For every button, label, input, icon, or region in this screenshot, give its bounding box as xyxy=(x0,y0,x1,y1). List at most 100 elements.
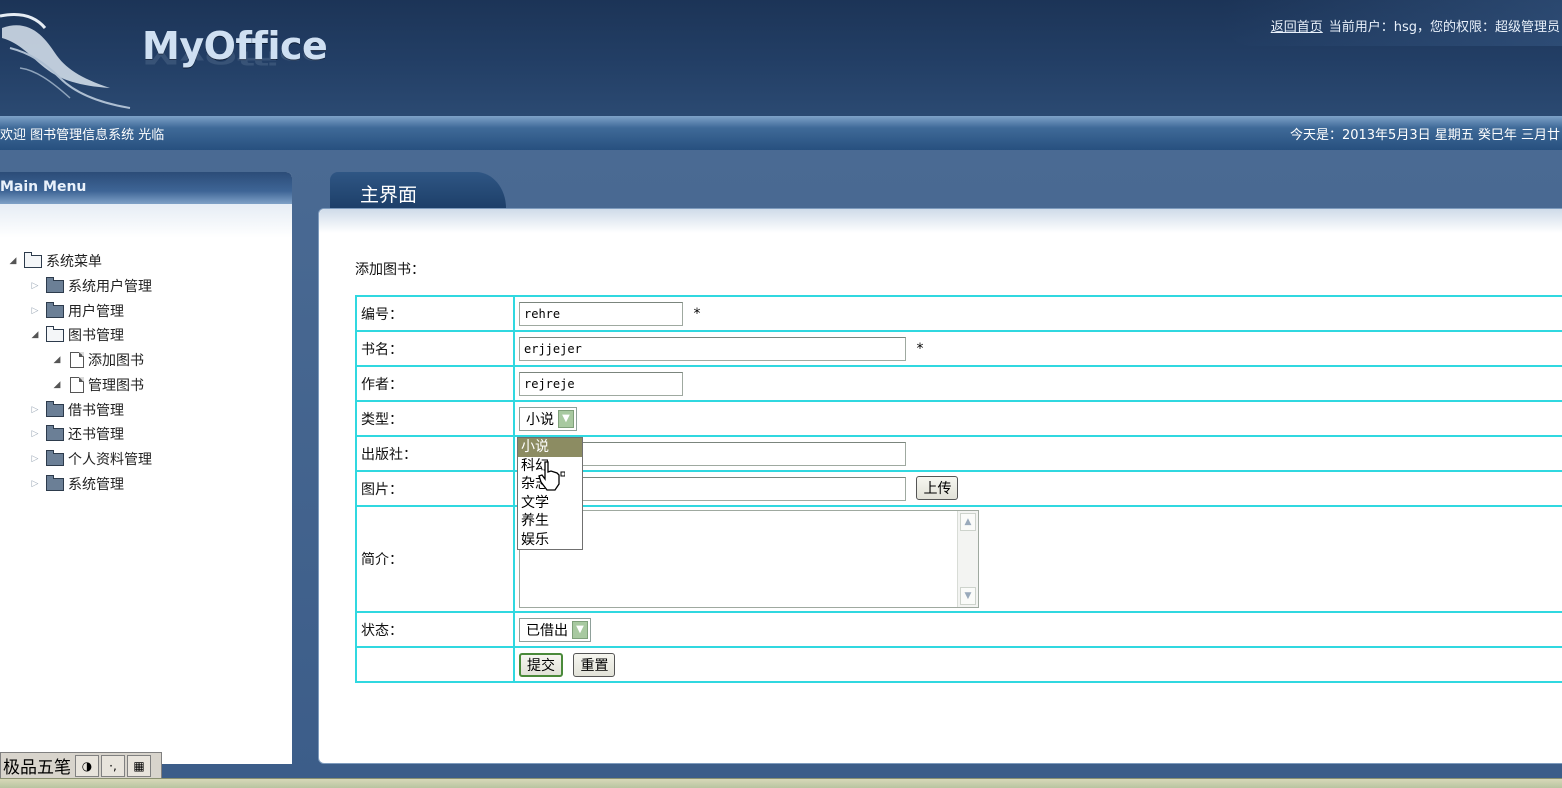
ime-toolbar[interactable]: 极品五笔 ◑ ·, ▦ xyxy=(0,752,162,779)
ime-name[interactable]: 极品五笔 xyxy=(1,753,73,778)
content-panel: 添加图书： 编号： * 书名： * 作者： 类型： xyxy=(318,208,1562,764)
book-id-input[interactable] xyxy=(519,301,683,326)
dropdown-option[interactable]: 文学 xyxy=(518,494,582,513)
author-cell xyxy=(513,365,1562,402)
status-select[interactable]: 已借出 ▼ xyxy=(519,617,591,642)
menu-item-add-book[interactable]: ◢ 添加图书 xyxy=(50,349,144,371)
menu-item-profile[interactable]: ▷ 个人资料管理 xyxy=(28,448,152,470)
menu-item-users[interactable]: ▷ 用户管理 xyxy=(28,300,124,322)
status-label: 状态： xyxy=(355,611,515,648)
menu-item-books[interactable]: ◢ 图书管理 xyxy=(28,324,124,346)
expanded-triangle-icon: ◢ xyxy=(53,380,61,390)
publisher-cell xyxy=(513,435,1562,472)
scroll-down-icon[interactable]: ▼ xyxy=(960,587,976,605)
sidebar-title: Main Menu xyxy=(0,179,87,195)
form-row-actions: 提交 重置 xyxy=(355,646,1562,683)
textarea-scrollbar[interactable]: ▲ ▼ xyxy=(957,511,978,607)
tab-main[interactable]: 主界面 xyxy=(330,172,506,208)
dropdown-option[interactable]: 养生 xyxy=(518,512,582,531)
book-type-select[interactable]: 小说 ▼ xyxy=(519,406,577,431)
type-dropdown-list[interactable]: 小说 科幻 杂志 文学 养生 娱乐 xyxy=(517,437,583,550)
tab-label: 主界面 xyxy=(360,184,418,206)
form-row-name: 书名： * xyxy=(355,330,1562,367)
sidebar-menu-tree: ◢ 系统菜单 ▷ 系统用户管理 ▷ 用户管理 ◢ 图书管理 ◢ 添加图书 ◢ 管… xyxy=(0,204,292,764)
collapsed-triangle-icon[interactable]: ▷ xyxy=(28,306,42,316)
form-row-type: 类型： 小说 ▼ xyxy=(355,400,1562,437)
name-cell: * xyxy=(513,330,1562,367)
publisher-label: 出版社： xyxy=(355,435,515,472)
sidebar: Main Menu ◢ 系统菜单 ▷ 系统用户管理 ▷ 用户管理 ◢ 图书管理 … xyxy=(0,172,292,764)
menu-label: 用户管理 xyxy=(68,304,124,320)
chevron-down-icon[interactable]: ▼ xyxy=(558,409,574,428)
menu-label: 借书管理 xyxy=(68,403,124,419)
panel-top-shade xyxy=(319,209,1562,233)
date-text: 今天是：2013年5月3日 星期五 癸巳年 三月廿 xyxy=(1289,128,1560,143)
menu-label: 系统管理 xyxy=(68,477,124,493)
intro-cell: ▲ ▼ xyxy=(513,505,1562,613)
chevron-down-icon[interactable]: ▼ xyxy=(572,620,588,639)
os-taskbar[interactable] xyxy=(0,778,1562,788)
required-mark: * xyxy=(916,340,924,357)
collapsed-triangle-icon[interactable]: ▷ xyxy=(28,479,42,489)
form-row-author: 作者： xyxy=(355,365,1562,402)
menu-item-system-users[interactable]: ▷ 系统用户管理 xyxy=(28,275,152,297)
soft-keyboard-icon[interactable]: ▦ xyxy=(127,754,151,777)
half-width-moon-icon[interactable]: ◑ xyxy=(75,754,99,777)
user-info-bar: 返回首页 当前用户：hsg，您的权限：超级管理员 xyxy=(1271,16,1560,35)
menu-label: 个人资料管理 xyxy=(68,452,152,468)
menu-label: 系统用户管理 xyxy=(68,279,152,295)
menu-root-system-menu[interactable]: ◢ 系统菜单 xyxy=(6,250,102,272)
folder-icon xyxy=(46,301,64,318)
logo-bird-icon xyxy=(0,13,131,109)
menu-label: 添加图书 xyxy=(88,353,144,369)
menu-item-return[interactable]: ▷ 还书管理 xyxy=(28,423,124,445)
expanded-triangle-icon[interactable]: ◢ xyxy=(28,330,42,340)
intro-textarea[interactable]: ▲ ▼ xyxy=(519,510,979,608)
collapsed-triangle-icon[interactable]: ▷ xyxy=(28,281,42,291)
form-title: 添加图书： xyxy=(355,262,425,278)
logo-reflection: MyOffice xyxy=(142,51,328,69)
type-cell: 小说 ▼ xyxy=(513,400,1562,437)
reset-button[interactable]: 重置 xyxy=(573,652,616,677)
punctuation-icon[interactable]: ·, xyxy=(101,754,125,777)
author-label: 作者： xyxy=(355,365,515,402)
folder-icon xyxy=(46,474,64,491)
menu-label: 还书管理 xyxy=(68,427,124,443)
book-name-input[interactable] xyxy=(519,336,906,361)
collapsed-triangle-icon[interactable]: ▷ xyxy=(28,454,42,464)
dropdown-option[interactable]: 娱乐 xyxy=(518,531,582,550)
image-cell: 上传 xyxy=(513,470,1562,507)
document-icon xyxy=(70,377,84,393)
intro-label: 简介： xyxy=(355,505,515,613)
menu-label: 图书管理 xyxy=(68,328,124,344)
menu-label: 管理图书 xyxy=(88,378,144,394)
home-link[interactable]: 返回首页 xyxy=(1271,20,1323,35)
app-header: MyOffice MyOffice 返回首页 当前用户：hsg，您的权限：超级管理… xyxy=(0,0,1562,116)
id-label: 编号： xyxy=(355,295,515,332)
welcome-text: 欢迎 图书管理信息系统 光临 xyxy=(0,128,165,143)
selected-value: 已借出 xyxy=(526,622,568,639)
actions-cell: 提交 重置 xyxy=(513,646,1562,683)
image-label: 图片： xyxy=(355,470,515,507)
upload-button[interactable]: 上传 xyxy=(916,476,959,500)
menu-item-manage-books[interactable]: ◢ 管理图书 xyxy=(50,374,144,396)
status-cell: 已借出 ▼ xyxy=(513,611,1562,648)
required-mark: * xyxy=(693,305,701,322)
submit-button[interactable]: 提交 xyxy=(519,652,563,677)
id-cell: * xyxy=(513,295,1562,332)
expanded-triangle-icon[interactable]: ◢ xyxy=(6,256,20,266)
menu-item-system-admin[interactable]: ▷ 系统管理 xyxy=(28,473,124,495)
collapsed-triangle-icon[interactable]: ▷ xyxy=(28,405,42,415)
expanded-triangle-icon: ◢ xyxy=(53,355,61,365)
folder-icon xyxy=(46,449,64,466)
scroll-up-icon[interactable]: ▲ xyxy=(960,513,976,531)
open-folder-icon xyxy=(46,325,64,342)
empty-cell xyxy=(355,646,515,683)
welcome-bar: 欢迎 图书管理信息系统 光临 今天是：2013年5月3日 星期五 癸巳年 三月廿 xyxy=(0,116,1562,150)
author-input[interactable] xyxy=(519,371,683,396)
selected-value: 小说 xyxy=(526,411,554,428)
dropdown-option[interactable]: 小说 xyxy=(518,438,582,457)
collapsed-triangle-icon[interactable]: ▷ xyxy=(28,429,42,439)
menu-item-borrow[interactable]: ▷ 借书管理 xyxy=(28,399,124,421)
folder-icon xyxy=(46,424,64,441)
